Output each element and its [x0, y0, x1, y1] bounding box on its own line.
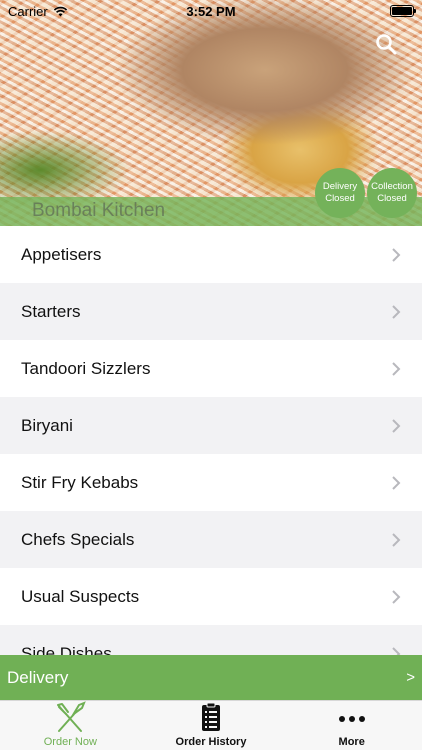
- tab-label: More: [338, 736, 365, 748]
- tab-label: Order History: [175, 736, 247, 748]
- menu-category-list[interactable]: Appetisers Starters Tandoori Sizzlers Bi…: [0, 226, 422, 655]
- collection-status-badge: Collection Closed: [367, 168, 417, 218]
- status-time: 3:52 PM: [186, 3, 236, 19]
- chevron-right-icon: [392, 589, 401, 604]
- menu-item-label: Biryani: [21, 415, 73, 435]
- menu-item-appetisers[interactable]: Appetisers: [0, 226, 422, 283]
- chevron-right-icon: [392, 532, 401, 547]
- menu-item-label: Starters: [21, 301, 81, 321]
- chevron-right-icon: [392, 361, 401, 376]
- menu-item-side-dishes[interactable]: Side Dishes: [0, 625, 422, 655]
- delivery-mode-label: Delivery: [7, 667, 69, 687]
- delivery-status-badge: Delivery Closed: [315, 168, 365, 218]
- search-icon[interactable]: [374, 32, 398, 56]
- delivery-arrow: >: [406, 669, 415, 686]
- fork-knife-icon: [57, 701, 87, 732]
- menu-item-stir-fry-kebabs[interactable]: Stir Fry Kebabs: [0, 454, 422, 511]
- chevron-right-icon: [392, 304, 401, 319]
- carrier-label: Carrier: [8, 3, 48, 19]
- menu-item-label: Tandoori Sizzlers: [21, 358, 151, 378]
- tab-more[interactable]: More: [281, 701, 422, 750]
- status-bar: Carrier 3:52 PM: [0, 0, 422, 22]
- chevron-right-icon: [392, 247, 401, 262]
- menu-item-label: Stir Fry Kebabs: [21, 472, 139, 492]
- chevron-right-icon: [392, 475, 401, 490]
- header-banner: Carrier 3:52 PM Bombai Kitchen Delivery …: [0, 0, 422, 226]
- menu-item-label: Usual Suspects: [21, 586, 140, 606]
- chevron-right-icon: [392, 418, 401, 433]
- tab-label: Order Now: [43, 736, 97, 748]
- clipboard-list-icon: [202, 702, 220, 731]
- tab-order-history[interactable]: Order History: [141, 701, 282, 750]
- delivery-badge-line2: Closed: [325, 193, 355, 204]
- menu-item-label: Side Dishes: [21, 643, 112, 656]
- menu-item-biryani[interactable]: Biryani: [0, 397, 422, 454]
- chevron-right-icon: [392, 646, 401, 655]
- collection-badge-line2: Closed: [377, 193, 407, 204]
- delivery-badge-line1: Delivery: [322, 181, 358, 192]
- menu-item-label: Appetisers: [21, 244, 102, 264]
- battery-icon: [390, 5, 416, 17]
- restaurant-name: Bombai Kitchen: [32, 200, 166, 221]
- menu-item-usual-suspects[interactable]: Usual Suspects: [0, 568, 422, 625]
- menu-item-chefs-specials[interactable]: Chefs Specials: [0, 511, 422, 568]
- more-dots-icon: [338, 716, 365, 722]
- tab-bar: Order Now Order History More: [0, 700, 422, 750]
- collection-badge-line1: Collection: [371, 181, 413, 192]
- menu-item-tandoori-sizzlers[interactable]: Tandoori Sizzlers: [0, 340, 422, 397]
- menu-item-label: Chefs Specials: [21, 529, 135, 549]
- delivery-mode-button[interactable]: Delivery >: [0, 655, 422, 700]
- menu-item-starters[interactable]: Starters: [0, 283, 422, 340]
- wifi-icon: [53, 6, 67, 16]
- tab-order-now[interactable]: Order Now: [0, 701, 141, 750]
